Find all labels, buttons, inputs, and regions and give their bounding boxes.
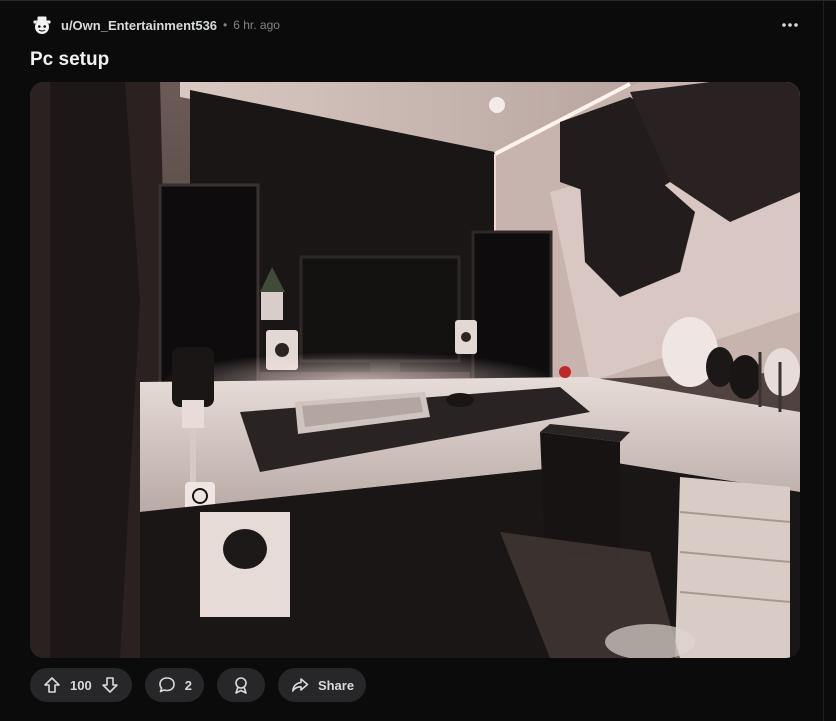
award-icon <box>235 677 247 694</box>
post-title[interactable]: Pc setup <box>30 49 109 71</box>
post-image[interactable] <box>30 82 800 658</box>
meta-separator: • <box>223 18 228 32</box>
snoo-avatar-icon[interactable] <box>30 13 54 37</box>
more-horizontal-icon <box>782 23 798 27</box>
award-button[interactable] <box>216 668 265 702</box>
post-timestamp: 6 hr. ago <box>233 18 280 32</box>
comment-count: 2 <box>184 677 192 693</box>
vote-score: 100 <box>70 677 92 693</box>
pc-setup-photo <box>30 82 800 658</box>
share-label: Share <box>317 677 355 693</box>
post-card: u/Own_Entertainment536 • 6 hr. ago Pc se… <box>0 0 836 721</box>
vote-control: 100 <box>30 668 132 702</box>
share-arrow-icon <box>291 678 309 692</box>
downvote-arrow-icon <box>101 677 118 693</box>
upvote-arrow-icon <box>44 677 60 693</box>
post-author-link[interactable]: u/Own_Entertainment536 <box>61 18 217 33</box>
post-header: u/Own_Entertainment536 • 6 hr. ago <box>30 12 280 38</box>
comments-button[interactable]: 2 <box>144 668 204 702</box>
share-button[interactable]: Share <box>277 668 367 702</box>
upvote-button[interactable] <box>42 675 62 695</box>
comment-bubble-icon <box>158 677 175 693</box>
post-action-bar: 100 2 Share <box>30 668 367 702</box>
more-options-button[interactable] <box>780 15 800 35</box>
downvote-button[interactable] <box>100 675 120 695</box>
